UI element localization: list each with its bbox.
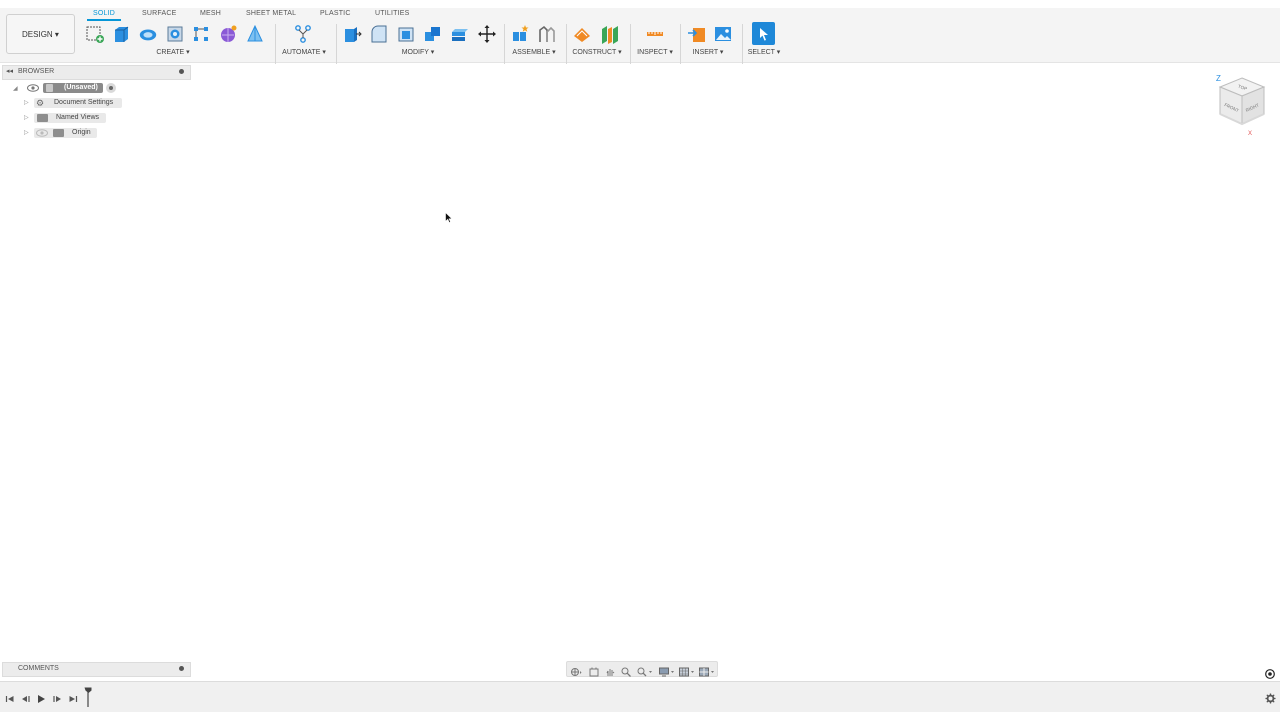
tab-sheet-metal[interactable]: SHEET METAL: [246, 10, 296, 17]
grid-snaps-icon[interactable]: [679, 664, 695, 677]
viewcube[interactable]: TOP FRONT RIGHT Z X: [1212, 72, 1272, 138]
workspace-switcher-button[interactable]: DESIGN ▾: [6, 14, 75, 54]
orbit-icon[interactable]: [570, 664, 582, 676]
root-component-pill[interactable]: (Unsaved): [43, 83, 103, 93]
form-icon[interactable]: [218, 24, 238, 44]
component-icon: [46, 84, 53, 92]
step-forward-icon[interactable]: [52, 691, 62, 702]
insert-menu[interactable]: INSERT ▾: [693, 48, 724, 56]
toolbar: DESIGN ▾ SOLID SURFACE MESH SHEET METAL …: [0, 8, 1280, 64]
folder-icon: [53, 129, 64, 137]
collapse-browser-icon[interactable]: ◂◂: [6, 67, 13, 75]
comments-panel-header[interactable]: COMMENTS: [2, 662, 191, 677]
tree-item-origin[interactable]: ▷ Origin: [0, 128, 190, 140]
step-back-icon[interactable]: [21, 691, 31, 702]
expand-triangle-icon[interactable]: ◢: [13, 85, 18, 92]
tab-plastic[interactable]: PLASTIC: [320, 10, 351, 17]
browser-panel-header[interactable]: ◂◂ BROWSER: [2, 65, 191, 80]
viewports-icon[interactable]: [699, 664, 715, 677]
go-to-start-icon[interactable]: [5, 691, 15, 702]
folder-icon: [37, 114, 48, 122]
viewcube-x-axis-label: X: [1248, 131, 1252, 137]
extrude-icon[interactable]: [111, 24, 131, 44]
automate-menu[interactable]: AUTOMATE ▾: [282, 48, 326, 56]
go-to-end-icon[interactable]: [68, 691, 78, 702]
expand-triangle-icon[interactable]: ▷: [24, 129, 29, 136]
activate-radio-icon[interactable]: [106, 83, 116, 93]
visibility-eye-off-icon[interactable]: [36, 128, 50, 138]
divider: [630, 24, 631, 64]
divider: [504, 24, 505, 64]
midplane-icon[interactable]: [600, 24, 620, 44]
feedback-icon[interactable]: [1265, 666, 1275, 679]
timeline-settings-gear-icon[interactable]: [1265, 691, 1276, 704]
browser-title: BROWSER: [18, 68, 55, 75]
navigation-bar: [566, 661, 718, 677]
select-icon[interactable]: [752, 22, 775, 45]
divider: [680, 24, 681, 64]
tab-utilities[interactable]: UTILITIES: [375, 10, 409, 17]
expand-triangle-icon[interactable]: ▷: [24, 114, 29, 121]
create-menu[interactable]: CREATE ▾: [156, 48, 189, 56]
insert-image-icon[interactable]: [713, 24, 733, 44]
automate-icon[interactable]: [293, 24, 313, 44]
shell-icon[interactable]: [396, 24, 416, 44]
divider: [742, 24, 743, 64]
new-component-icon[interactable]: [510, 24, 530, 44]
root-component-label: (Unsaved): [64, 84, 98, 91]
offset-plane-icon[interactable]: [572, 24, 592, 44]
tab-surface[interactable]: SURFACE: [142, 10, 176, 17]
look-at-icon[interactable]: [589, 664, 599, 677]
tree-item-document-settings[interactable]: ▷ ⚙ Document Settings: [0, 98, 190, 110]
inspect-menu[interactable]: INSPECT ▾: [637, 48, 673, 56]
display-settings-icon[interactable]: [659, 664, 675, 677]
pin-icon[interactable]: [179, 69, 184, 74]
visibility-eye-icon[interactable]: [27, 83, 41, 93]
timeline-marker[interactable]: [84, 687, 92, 707]
create-sketch-icon[interactable]: [85, 24, 105, 44]
move-icon[interactable]: [477, 24, 497, 44]
primitive-cone-icon[interactable]: [245, 24, 265, 44]
zoom-icon[interactable]: [621, 664, 631, 677]
fit-icon[interactable]: [637, 664, 653, 677]
comments-title: COMMENTS: [18, 665, 59, 672]
gear-icon: ⚙: [36, 98, 45, 108]
press-pull-icon[interactable]: [342, 24, 362, 44]
measure-icon[interactable]: [645, 24, 665, 44]
pattern-icon[interactable]: [191, 24, 211, 44]
offset-face-icon[interactable]: [450, 24, 470, 44]
mouse-cursor-icon: [445, 211, 453, 229]
expand-triangle-icon[interactable]: ▷: [24, 99, 29, 106]
tree-item-label: Origin: [72, 129, 91, 136]
tab-mesh[interactable]: MESH: [200, 10, 221, 17]
divider: [275, 24, 276, 64]
pin-icon[interactable]: [179, 666, 184, 671]
hole-icon[interactable]: [165, 24, 185, 44]
divider: [336, 24, 337, 64]
assemble-menu[interactable]: ASSEMBLE ▾: [512, 48, 555, 56]
viewcube-z-axis-label: Z: [1216, 74, 1221, 83]
modify-menu[interactable]: MODIFY ▾: [402, 48, 435, 56]
revolve-icon[interactable]: [138, 24, 158, 44]
combine-icon[interactable]: [423, 24, 443, 44]
tree-item-label: Named Views: [56, 114, 100, 121]
play-icon[interactable]: [36, 691, 46, 703]
tab-solid[interactable]: SOLID: [86, 10, 122, 21]
browser-root-row[interactable]: ◢ (Unsaved): [0, 83, 190, 95]
construct-menu[interactable]: CONSTRUCT ▾: [572, 48, 621, 56]
fillet-icon[interactable]: [369, 24, 389, 44]
insert-derive-icon[interactable]: [687, 24, 707, 44]
pan-icon[interactable]: [605, 664, 615, 676]
tree-item-label: Document Settings: [54, 99, 114, 106]
select-menu[interactable]: SELECT ▾: [748, 48, 781, 56]
timeline: [0, 681, 1280, 712]
divider: [566, 24, 567, 64]
joint-icon[interactable]: [537, 24, 557, 44]
tree-item-named-views[interactable]: ▷ Named Views: [0, 113, 190, 125]
